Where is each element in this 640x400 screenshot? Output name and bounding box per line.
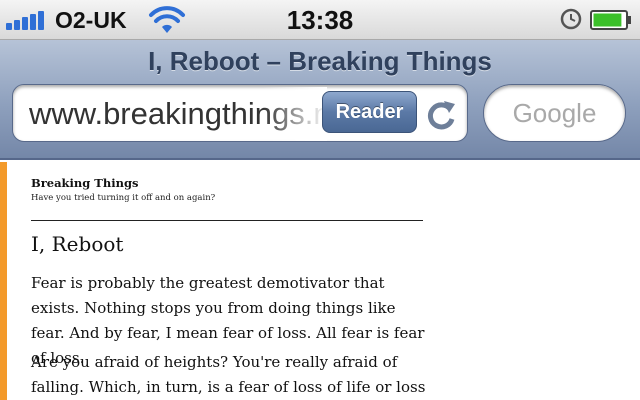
status-time: 13:38 <box>286 5 354 35</box>
search-input[interactable]: Google <box>483 84 626 142</box>
site-tagline: Have you tried turning it off and on aga… <box>31 193 216 203</box>
paragraph: Are you afraid of heights? You're really… <box>31 353 426 396</box>
divider <box>31 220 423 221</box>
post-title-link[interactable]: I, Reboot <box>31 232 123 256</box>
address-bar[interactable]: www.breakingthings.net Reader <box>12 84 468 142</box>
web-content: Breaking Things Have you tried turning i… <box>0 162 640 400</box>
accent-bar <box>0 162 7 400</box>
site-name-link[interactable]: Breaking Things <box>31 176 138 190</box>
reload-icon[interactable] <box>425 97 457 131</box>
battery-icon <box>590 10 631 30</box>
url-fade <box>263 87 327 141</box>
page-title: I, Reboot – Breaking Things <box>148 46 492 76</box>
reader-button[interactable]: Reader <box>322 91 417 133</box>
status-bar: O2-UK 13:38 <box>0 0 640 40</box>
browser-toolbar: I, Reboot – Breaking Things www.breaking… <box>0 40 640 160</box>
alarm-clock-icon <box>560 8 582 30</box>
